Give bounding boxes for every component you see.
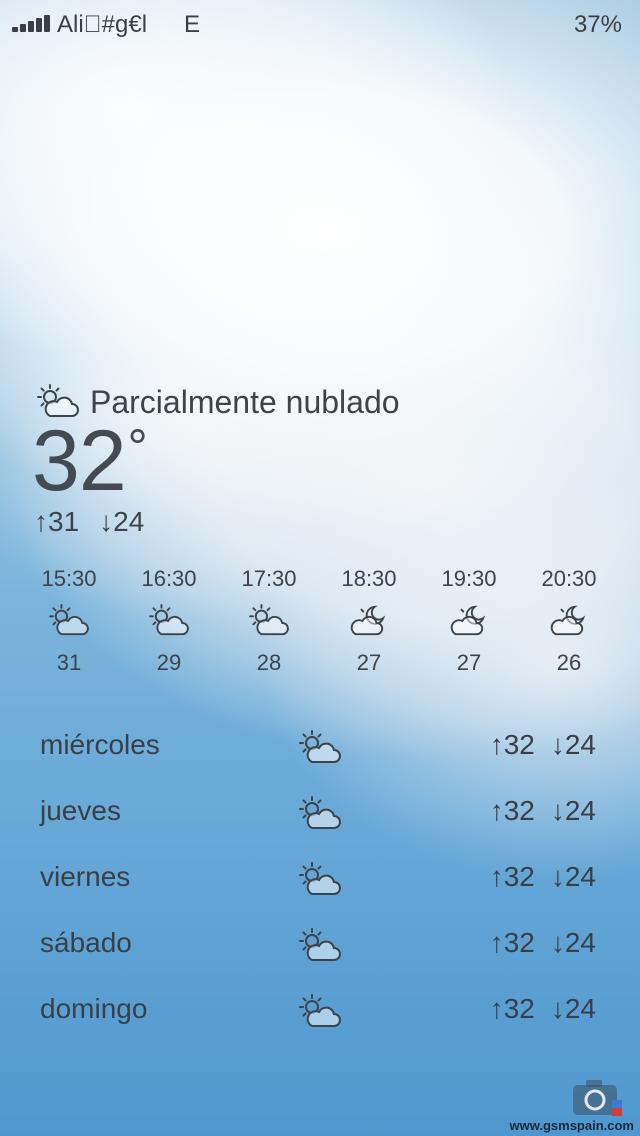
day-high-low: ↑32 ↓24: [490, 993, 596, 1025]
partly-cloudy-night-icon: [350, 605, 386, 636]
hourly-forecast[interactable]: 15:30 31 16:30 29 17:30 28 18:30 27 19:3…: [19, 566, 619, 686]
hour-time: 19:30: [441, 566, 497, 591]
carrier-name: Ali#g€l: [57, 11, 147, 38]
hourly-item: 15:30 31: [19, 566, 119, 676]
day-high-low: ↑32 ↓24: [490, 795, 596, 827]
partly-cloudy-day-icon: [249, 604, 289, 636]
today-high: ↑31: [34, 506, 80, 537]
hour-temp: 26: [556, 650, 582, 675]
partly-cloudy-day-icon: [49, 604, 89, 636]
partly-cloudy-day-icon: [299, 796, 341, 829]
day-high: ↑32: [489, 927, 535, 958]
day-name: domingo: [40, 993, 148, 1024]
today-low: ↓24: [99, 506, 145, 537]
hour-temp: 28: [256, 650, 282, 675]
hour-time: 15:30: [41, 566, 97, 591]
hourly-item: 17:30 28: [219, 566, 319, 676]
day-name: sábado: [40, 927, 132, 958]
hourly-item: 20:30 26: [519, 566, 619, 676]
today-high-low: ↑31 ↓24: [34, 506, 144, 538]
day-high: ↑32: [489, 861, 535, 892]
hour-temp: 29: [156, 650, 182, 675]
partly-cloudy-night-icon: [450, 605, 486, 636]
current-temperature: 32°: [32, 418, 148, 504]
daily-row: jueves ↑32 ↓24: [40, 786, 600, 846]
partly-cloudy-day-icon: [299, 730, 341, 763]
daily-row: sábado ↑32 ↓24: [40, 918, 600, 978]
signal-strength-icon: [12, 14, 50, 32]
day-high-low: ↑32 ↓24: [490, 729, 596, 761]
day-high-low: ↑32 ↓24: [490, 861, 596, 893]
current-temperature-value: 32: [32, 413, 127, 509]
day-high: ↑32: [489, 729, 535, 760]
daily-row: miércoles ↑32 ↓24: [40, 720, 600, 780]
status-bar: Ali#g€l E 37%: [0, 0, 640, 50]
day-high: ↑32: [489, 795, 535, 826]
day-name: miércoles: [40, 729, 160, 760]
partly-cloudy-day-icon: [299, 862, 341, 895]
daily-row: domingo ↑32 ↓24: [40, 984, 600, 1044]
watermark-text: www.gsmspain.com: [509, 1118, 635, 1133]
hour-temp: 27: [356, 650, 382, 675]
day-high-low: ↑32 ↓24: [490, 927, 596, 959]
day-low: ↓24: [550, 993, 596, 1024]
hourly-item: 18:30 27: [319, 566, 419, 676]
hour-time: 17:30: [241, 566, 297, 591]
degree-symbol: °: [127, 419, 148, 475]
hour-time: 18:30: [341, 566, 397, 591]
hour-temp: 31: [56, 650, 82, 675]
partly-cloudy-day-icon: [299, 928, 341, 961]
day-low: ↓24: [550, 729, 596, 760]
day-high: ↑32: [489, 993, 535, 1024]
battery-percent: 37%: [573, 11, 622, 38]
daily-row: viernes ↑32 ↓24: [40, 852, 600, 912]
hourly-item: 19:30 27: [419, 566, 519, 676]
day-low: ↓24: [550, 927, 596, 958]
partly-cloudy-day-icon: [149, 604, 189, 636]
condition-text: Parcialmente nublado: [90, 384, 400, 420]
day-low: ↓24: [550, 861, 596, 892]
partly-cloudy-night-icon: [550, 605, 586, 636]
network-type: E: [184, 11, 201, 38]
day-name: jueves: [40, 795, 121, 826]
hour-time: 16:30: [141, 566, 197, 591]
hourly-item: 16:30 29: [119, 566, 219, 676]
camera-logo-icon: [573, 1080, 622, 1116]
hour-time: 20:30: [541, 566, 597, 591]
partly-cloudy-day-icon: [299, 994, 341, 1027]
day-low: ↓24: [550, 795, 596, 826]
hour-temp: 27: [456, 650, 482, 675]
day-name: viernes: [40, 861, 131, 892]
